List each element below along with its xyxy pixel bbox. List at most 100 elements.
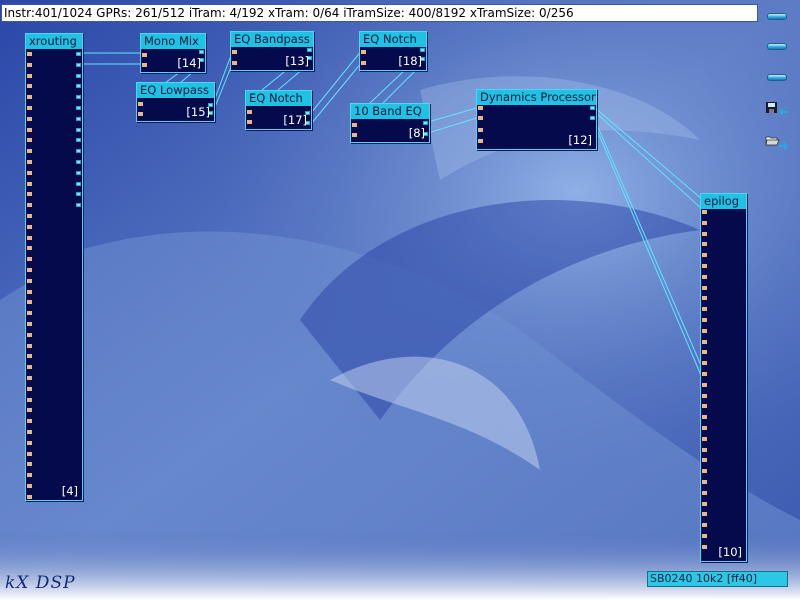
input-pin[interactable] (27, 494, 32, 499)
input-pin[interactable] (27, 138, 32, 143)
output-pin[interactable] (76, 149, 81, 154)
output-pin[interactable] (590, 106, 595, 110)
input-pin[interactable] (702, 426, 707, 430)
input-pin[interactable] (702, 415, 707, 420)
plugin-mono-mix[interactable]: Mono Mix [14] (140, 33, 206, 73)
input-pin[interactable] (478, 128, 483, 132)
input-pin[interactable] (702, 210, 707, 214)
input-pin[interactable] (27, 268, 32, 272)
input-pin[interactable] (27, 224, 32, 229)
input-pin[interactable] (27, 451, 32, 456)
input-pin[interactable] (702, 544, 707, 549)
menu-button-2[interactable] (764, 37, 790, 55)
output-pin[interactable] (590, 116, 595, 120)
input-pin[interactable] (702, 328, 707, 333)
output-pin[interactable] (423, 121, 428, 125)
input-pin[interactable] (27, 322, 32, 326)
input-pin[interactable] (702, 480, 707, 484)
input-pin[interactable] (27, 354, 32, 359)
input-pin[interactable] (702, 490, 707, 495)
input-pin[interactable] (27, 235, 32, 240)
input-pin[interactable] (27, 192, 32, 197)
input-pin[interactable] (702, 382, 707, 387)
input-pin[interactable] (702, 231, 707, 236)
plugin-eq-notch-18[interactable]: EQ Notch [18] (359, 31, 427, 71)
input-pin[interactable] (27, 127, 32, 132)
output-pin[interactable] (199, 50, 204, 54)
plugin-xrouting[interactable]: xrouting [4] (25, 33, 83, 501)
input-pin[interactable] (702, 274, 707, 279)
input-pin[interactable] (27, 473, 32, 478)
input-pin[interactable] (27, 116, 32, 121)
input-pin[interactable] (27, 160, 32, 164)
input-pin[interactable] (27, 52, 32, 56)
input-pin[interactable] (27, 397, 32, 402)
input-pin[interactable] (27, 106, 32, 110)
input-pin[interactable] (27, 419, 32, 424)
input-pin[interactable] (702, 350, 707, 355)
input-pin[interactable] (27, 311, 32, 316)
input-pin[interactable] (702, 318, 707, 322)
input-pin[interactable] (232, 61, 237, 65)
device-selector[interactable]: SB0240 10k2 [ff40] (647, 571, 788, 587)
input-pin[interactable] (361, 61, 366, 65)
input-pin[interactable] (247, 120, 252, 124)
input-pin[interactable] (27, 484, 32, 488)
plugin-10-band-eq[interactable]: 10 Band EQ [8] (350, 103, 430, 143)
input-pin[interactable] (27, 376, 32, 380)
input-pin[interactable] (702, 242, 707, 247)
input-pin[interactable] (27, 73, 32, 78)
input-pin[interactable] (702, 512, 707, 517)
input-pin[interactable] (702, 458, 707, 463)
output-pin[interactable] (76, 138, 81, 143)
input-pin[interactable] (702, 264, 707, 268)
output-pin[interactable] (76, 160, 81, 164)
input-pin[interactable] (27, 440, 32, 445)
input-pin[interactable] (702, 404, 707, 409)
output-pin[interactable] (76, 52, 81, 56)
output-pin[interactable] (76, 192, 81, 197)
input-pin[interactable] (27, 149, 32, 154)
plugin-eq-bandpass[interactable]: EQ Bandpass [13] (230, 31, 314, 71)
plugin-dynamics-processor[interactable]: Dynamics Processor [12] (476, 89, 597, 150)
input-pin[interactable] (27, 343, 32, 348)
output-pin[interactable] (76, 116, 81, 121)
input-pin[interactable] (27, 300, 32, 305)
output-pin[interactable] (307, 48, 312, 52)
input-pin[interactable] (478, 106, 483, 110)
input-pin[interactable] (142, 63, 147, 67)
plugin-eq-lowpass[interactable]: EQ Lowpass [15] (136, 82, 215, 122)
input-pin[interactable] (702, 339, 707, 344)
input-pin[interactable] (352, 123, 357, 127)
input-pin[interactable] (702, 393, 707, 398)
input-pin[interactable] (27, 289, 32, 294)
input-pin[interactable] (27, 430, 32, 434)
output-pin[interactable] (76, 181, 81, 186)
output-pin[interactable] (76, 95, 81, 100)
input-pin[interactable] (702, 285, 707, 290)
input-pin[interactable] (27, 386, 32, 391)
input-pin[interactable] (232, 50, 237, 54)
input-pin[interactable] (702, 501, 707, 506)
input-pin[interactable] (142, 53, 147, 57)
output-pin[interactable] (76, 73, 81, 78)
input-pin[interactable] (352, 133, 357, 137)
input-pin[interactable] (138, 112, 143, 116)
input-pin[interactable] (27, 257, 32, 262)
output-pin[interactable] (420, 48, 425, 52)
input-pin[interactable] (27, 214, 32, 218)
input-pin[interactable] (702, 469, 707, 474)
input-pin[interactable] (27, 170, 32, 175)
input-pin[interactable] (27, 278, 32, 283)
input-pin[interactable] (702, 447, 707, 452)
input-pin[interactable] (138, 102, 143, 106)
input-pin[interactable] (27, 408, 32, 413)
input-pin[interactable] (702, 436, 707, 441)
input-pin[interactable] (27, 332, 32, 337)
input-pin[interactable] (247, 110, 252, 114)
output-pin[interactable] (76, 170, 81, 175)
save-button[interactable] (764, 100, 790, 118)
input-pin[interactable] (361, 50, 366, 54)
input-pin[interactable] (27, 246, 32, 251)
output-pin[interactable] (76, 62, 81, 67)
